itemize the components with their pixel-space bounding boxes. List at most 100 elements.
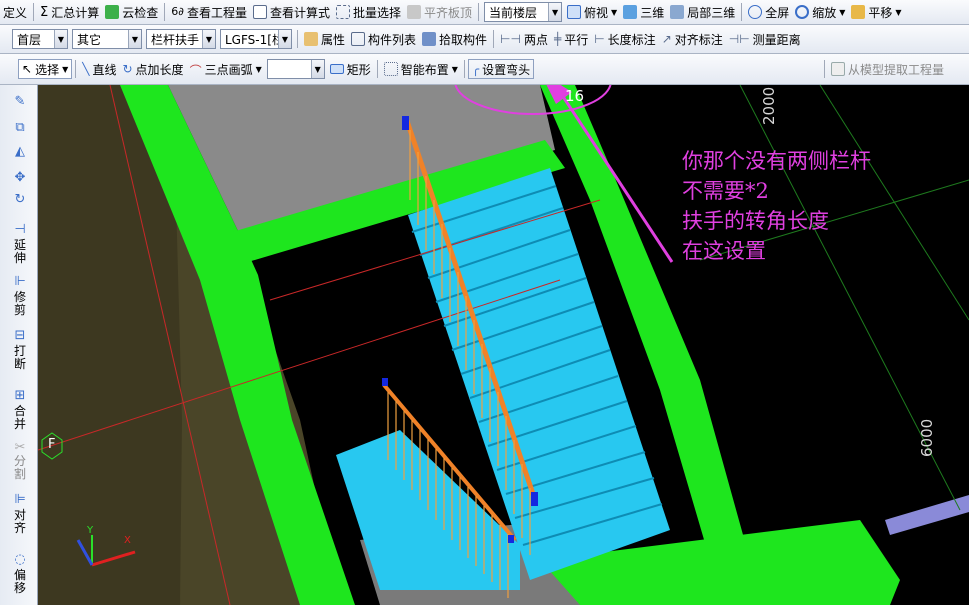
formula-icon: 6∂ <box>171 5 184 18</box>
floor-select[interactable]: 首层 ▼ <box>12 29 68 49</box>
hand-icon <box>851 5 866 19</box>
break-button[interactable]: 打断 <box>9 345 31 371</box>
two-points-button[interactable]: ⊢⊣ 两点 <box>497 28 551 50</box>
align-dim-button[interactable]: ↗ 对齐标注 <box>659 28 726 50</box>
top-view-button[interactable]: 俯视 ▼ <box>564 1 620 23</box>
member-type-value: 栏杆扶手 <box>151 32 200 47</box>
flat-slab-button[interactable]: 平齐板顶 <box>404 1 475 23</box>
rectangle-icon <box>329 64 344 74</box>
arc-icon: ⌒ <box>189 64 202 78</box>
cloud-check-button[interactable]: 云检查 <box>102 1 161 23</box>
separator <box>376 60 378 78</box>
floor-scope-select[interactable]: 当前楼层 ▼ <box>484 2 563 22</box>
move-icon[interactable]: ✥ <box>13 171 27 185</box>
offset-icon: ◌ <box>14 552 26 567</box>
pan-button[interactable]: 平移 ▼ <box>848 1 904 23</box>
draw-toolbar: ↖ 选择 ▼ ╲ 直线 ↻ 点加长度 ⌒ 三点画弧 ▼ ▼ 矩形 智能布置 ▼ ╭ 设置弯头 从… <box>0 54 969 85</box>
category-value: 其它 <box>77 32 102 47</box>
length-dim-button[interactable]: ⊢ 长度标注 <box>591 28 658 50</box>
parallel-button[interactable]: ╪ 平行 <box>551 28 591 50</box>
properties-label: 属性 <box>321 32 346 47</box>
three-point-arc-button[interactable]: ⌒ 三点画弧 ▼ <box>187 58 265 80</box>
extract-qty-label: 从模型提取工程量 <box>847 62 944 77</box>
brush-icon[interactable]: ✎ <box>13 95 27 109</box>
view-quantity-button[interactable]: 6∂ 查看工程量 <box>168 1 250 23</box>
pick-member-button[interactable]: 拾取构件 <box>419 28 490 50</box>
arc-option-select[interactable]: ▼ <box>266 59 325 79</box>
line-button[interactable]: ╲ 直线 <box>79 58 119 80</box>
batch-select-icon <box>335 5 350 19</box>
chevron-down-icon: ▼ <box>895 7 902 17</box>
pipette-icon <box>422 32 437 46</box>
member-type-select[interactable]: 栏杆扶手 ▼ <box>146 29 216 49</box>
extract-qty-button[interactable]: 从模型提取工程量 <box>828 58 947 80</box>
cloud-check-label: 云检查 <box>122 5 159 20</box>
rect-button[interactable]: 矩形 <box>327 58 374 80</box>
align-button[interactable]: 对齐 <box>9 509 31 535</box>
check-icon <box>105 5 120 19</box>
measure-dist-button[interactable]: ⊣⊢ 测量距离 <box>726 28 804 50</box>
two-points-label: 两点 <box>523 32 548 47</box>
dimension-icon: ⊢⊣ <box>500 32 521 46</box>
member-name-select[interactable]: LGFS-1[栏▼ <box>220 29 292 49</box>
member-toolbar: 首层▼ 其它▼ 栏杆扶手▼ LGFS-1[栏▼ 属性 构件列表 拾取构件 ⊢⊣两… <box>0 25 969 54</box>
sum-calc-label: 汇总计算 <box>51 5 100 20</box>
cube-icon <box>567 5 582 19</box>
dimension-label-2000: 2000 <box>760 86 778 125</box>
set-elbow-button[interactable]: ╭ 设置弯头 <box>467 59 535 79</box>
sum-calc-button[interactable]: Σ 汇总计算 <box>37 1 102 23</box>
view-formula-label: 查看计算式 <box>269 5 330 20</box>
chevron-down-icon: ▼ <box>839 7 846 17</box>
category-select[interactable]: 其它 ▼ <box>72 29 142 49</box>
split-button[interactable]: 分割 <box>9 455 31 481</box>
smart-layout-label: 智能布置 <box>400 62 449 77</box>
local-3d-button[interactable]: 局部三维 <box>667 1 738 23</box>
point-length-icon: ↻ <box>122 62 133 76</box>
magnifier-icon <box>795 5 810 19</box>
break-icon: ⊟ <box>14 328 26 343</box>
member-list-label: 构件列表 <box>368 32 417 47</box>
smart-layout-button[interactable]: 智能布置 ▼ <box>381 58 461 80</box>
batch-select-button[interactable]: 批量选择 <box>333 1 404 23</box>
align-icon: ⊫ <box>14 492 26 507</box>
chevron-down-icon: ▼ <box>451 64 458 74</box>
axis-y-label: Y <box>87 525 94 536</box>
offset-button[interactable]: 偏移 <box>9 569 31 595</box>
copy-icon[interactable]: ⧉ <box>13 121 27 135</box>
chevron-down-icon: ▼ <box>128 30 141 48</box>
view-formula-button[interactable]: 查看计算式 <box>250 1 333 23</box>
three-d-button[interactable]: 三维 <box>620 1 667 23</box>
properties-icon <box>304 32 318 46</box>
select-button[interactable]: ↖ 选择 ▼ <box>18 59 73 79</box>
separator <box>164 3 166 21</box>
rect-label: 矩形 <box>346 62 371 77</box>
chevron-down-icon: ▼ <box>54 30 67 48</box>
properties-button[interactable]: 属性 <box>301 28 348 50</box>
mirror-icon[interactable]: ◭ <box>13 145 27 159</box>
member-list-button[interactable]: 构件列表 <box>348 28 419 50</box>
axis-number-label: 16 <box>565 87 585 105</box>
trim-button[interactable]: 修剪 <box>9 291 31 317</box>
split-icon: ✂ <box>14 440 26 455</box>
fullscreen-label: 全屏 <box>765 5 790 20</box>
separator <box>463 60 465 78</box>
define-button[interactable]: 定义 <box>0 1 30 23</box>
extend-button[interactable]: 延伸 <box>9 239 31 265</box>
line-icon: ╲ <box>82 62 90 76</box>
point-length-button[interactable]: ↻ 点加长度 <box>119 58 186 80</box>
rotate-icon[interactable]: ↻ <box>13 193 27 207</box>
separator <box>33 3 35 21</box>
axis-f-label: F <box>48 437 56 452</box>
local-3d-icon <box>670 5 685 19</box>
separator <box>478 3 480 21</box>
separator <box>493 30 495 48</box>
trim-icon: ⊩ <box>14 274 26 289</box>
3d-icon <box>623 5 638 19</box>
merge-button[interactable]: 合并 <box>9 405 31 431</box>
chevron-down-icon: ▼ <box>611 7 618 17</box>
align-dim-label: 对齐标注 <box>674 32 723 47</box>
select-label: 选择 <box>35 62 60 77</box>
zoom-button[interactable]: 缩放 ▼ <box>792 1 848 23</box>
fullscreen-button[interactable]: 全屏 <box>745 1 792 23</box>
local-3d-label: 局部三维 <box>687 5 736 20</box>
